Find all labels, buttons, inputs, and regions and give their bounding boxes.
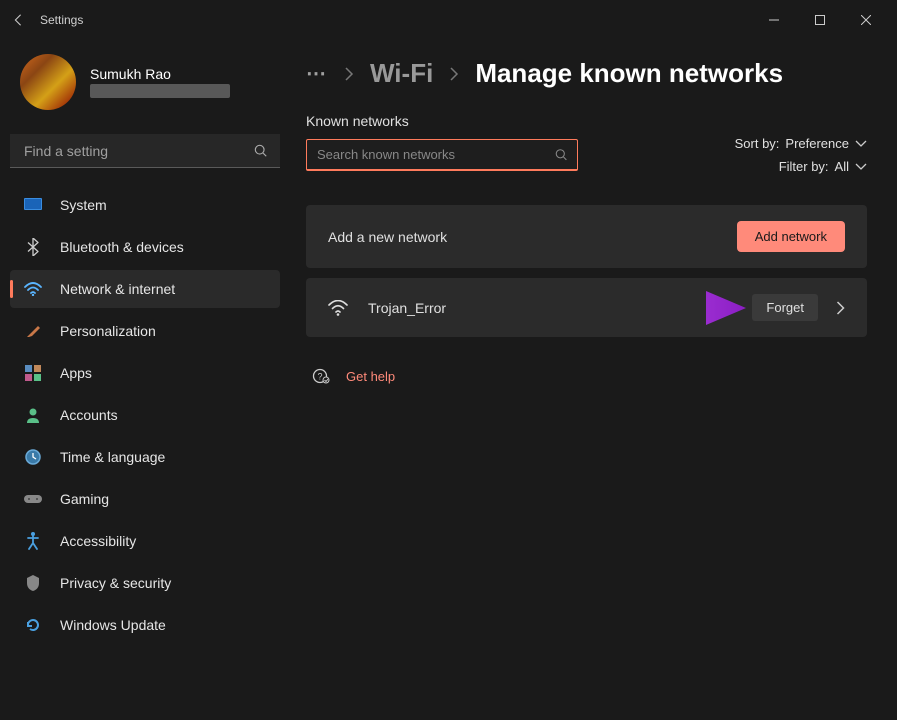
nav-item-time[interactable]: Time & language: [10, 438, 280, 476]
chevron-down-icon: [855, 163, 867, 171]
chevron-right-icon: [836, 301, 845, 315]
profile-name: Sumukh Rao: [90, 66, 270, 82]
time-icon: [24, 448, 42, 466]
apps-icon: [24, 364, 42, 382]
add-network-button[interactable]: Add network: [737, 221, 845, 252]
sidebar: Sumukh Rao System Bluetooth & devices: [0, 40, 290, 720]
svg-text:?: ?: [317, 372, 322, 382]
minimize-icon: [769, 15, 779, 25]
back-button[interactable]: [8, 10, 28, 30]
chevron-down-icon: [855, 140, 867, 148]
network-icon: [24, 280, 42, 298]
add-network-text: Add a new network: [328, 229, 447, 245]
breadcrumb-overflow[interactable]: ⋯: [306, 61, 328, 86]
filter-label: Filter by:: [779, 159, 829, 174]
sort-label: Sort by:: [735, 136, 780, 151]
search-icon: [555, 149, 568, 162]
accessibility-icon: [24, 532, 42, 550]
breadcrumb-parent[interactable]: Wi-Fi: [370, 58, 433, 89]
nav-list: System Bluetooth & devices Network & int…: [10, 186, 280, 644]
sidebar-search: [10, 134, 280, 168]
nav-item-personalization[interactable]: Personalization: [10, 312, 280, 350]
nav-item-gaming[interactable]: Gaming: [10, 480, 280, 518]
breadcrumb-current: Manage known networks: [475, 58, 783, 89]
nav-item-apps[interactable]: Apps: [10, 354, 280, 392]
privacy-icon: [24, 574, 42, 592]
nav-label: Personalization: [60, 323, 156, 339]
close-icon: [861, 15, 871, 25]
avatar: [20, 54, 76, 110]
sidebar-search-input[interactable]: [10, 134, 280, 168]
close-button[interactable]: [843, 4, 889, 36]
minimize-button[interactable]: [751, 4, 797, 36]
sort-by-dropdown[interactable]: Sort by: Preference: [735, 136, 867, 151]
known-networks-search: [306, 139, 578, 171]
add-network-panel: Add a new network Add network: [306, 205, 867, 268]
known-networks-search-input[interactable]: [306, 139, 578, 171]
nav-label: Gaming: [60, 491, 109, 507]
expand-network-button[interactable]: [836, 301, 845, 315]
nav-label: Windows Update: [60, 617, 166, 633]
forget-button[interactable]: Forget: [752, 294, 818, 321]
nav-label: Network & internet: [60, 281, 175, 297]
help-text: Get help: [346, 369, 395, 384]
nav-item-network[interactable]: Network & internet: [10, 270, 280, 308]
help-icon: ?: [312, 367, 330, 385]
nav-item-accessibility[interactable]: Accessibility: [10, 522, 280, 560]
network-ssid: Trojan_Error: [368, 300, 446, 316]
personalization-icon: [24, 322, 42, 340]
breadcrumb: ⋯ Wi-Fi Manage known networks: [306, 58, 867, 89]
chevron-right-icon: [449, 67, 459, 81]
sort-value: Preference: [785, 136, 849, 151]
bluetooth-icon: [24, 238, 42, 256]
maximize-button[interactable]: [797, 4, 843, 36]
filter-value: All: [835, 159, 849, 174]
update-icon: [24, 616, 42, 634]
nav-label: Apps: [60, 365, 92, 381]
chevron-right-icon: [344, 67, 354, 81]
wifi-icon: [328, 300, 348, 316]
nav-label: System: [60, 197, 107, 213]
get-help-link[interactable]: ? Get help: [306, 367, 867, 385]
content: ⋯ Wi-Fi Manage known networks Known netw…: [290, 40, 897, 720]
filter-by-dropdown[interactable]: Filter by: All: [779, 159, 867, 174]
nav-label: Privacy & security: [60, 575, 171, 591]
network-row[interactable]: Trojan_Error Forget: [306, 278, 867, 337]
maximize-icon: [815, 15, 825, 25]
gaming-icon: [24, 490, 42, 508]
nav-label: Accounts: [60, 407, 118, 423]
nav-item-update[interactable]: Windows Update: [10, 606, 280, 644]
nav-item-system[interactable]: System: [10, 186, 280, 224]
system-icon: [24, 196, 42, 214]
section-title: Known networks: [306, 113, 578, 129]
search-icon: [254, 144, 268, 158]
nav-label: Bluetooth & devices: [60, 239, 184, 255]
profile-email-redacted: [90, 84, 230, 98]
profile-section[interactable]: Sumukh Rao: [10, 40, 280, 134]
titlebar: Settings: [0, 0, 897, 40]
accounts-icon: [24, 406, 42, 424]
arrow-left-icon: [11, 13, 25, 27]
nav-label: Accessibility: [60, 533, 136, 549]
nav-item-accounts[interactable]: Accounts: [10, 396, 280, 434]
annotation-arrow: [586, 283, 746, 333]
window-title: Settings: [40, 13, 83, 27]
nav-item-bluetooth[interactable]: Bluetooth & devices: [10, 228, 280, 266]
nav-item-privacy[interactable]: Privacy & security: [10, 564, 280, 602]
nav-label: Time & language: [60, 449, 165, 465]
